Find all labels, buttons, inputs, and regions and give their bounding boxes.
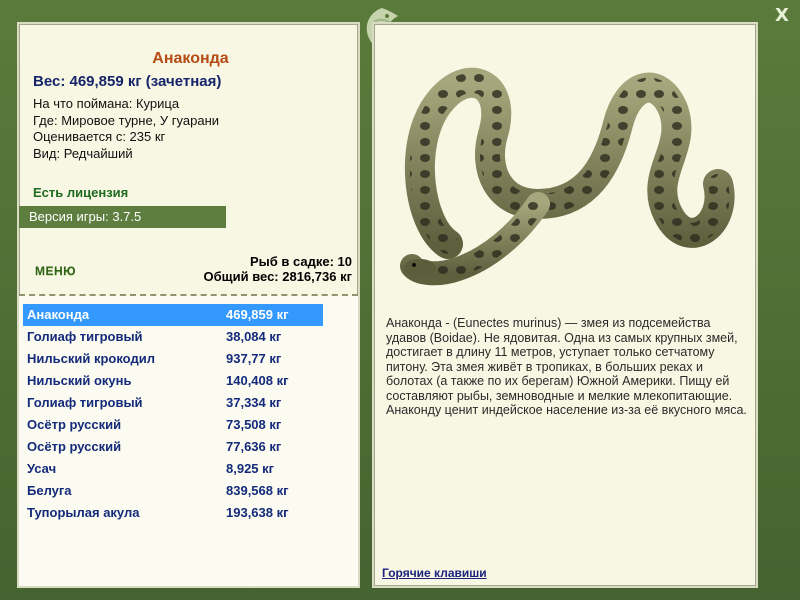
fish-count: Рыб в садке: 10 [249, 254, 352, 269]
catch-bait: На что поймана: Курица [33, 96, 180, 111]
catch-item-weight: 37,334 кг [226, 395, 282, 410]
catch-list-item[interactable]: Усач 8,925 кг [23, 458, 323, 480]
license-status: Есть лицензия [33, 185, 129, 200]
game-window: X Анаконда Вес: 469,859 кг (зачетная) На… [0, 0, 800, 600]
catch-item-name: Осётр русский [27, 417, 122, 432]
catch-list-area: Анаконда 469,859 кг Голиаф тигровый 38,084 … [19, 296, 358, 586]
catch-item-weight: 38,084 кг [226, 329, 282, 344]
fish-description-panel: Анаконда - (Eunectes murinus) — змея из … [372, 22, 758, 588]
anaconda-image [400, 67, 735, 286]
catch-item-name: Белуга [27, 483, 72, 498]
catch-item-name: Нильский крокодил [27, 351, 155, 366]
catch-list-item[interactable]: Осётр русский 77,636 кг [23, 436, 323, 458]
catch-item-weight: 140,408 кг [226, 373, 289, 388]
catch-item-name: Голиаф тигровый [27, 329, 143, 344]
fish-title: Анаконда [152, 50, 229, 67]
catch-item-weight: 469,859 кг [226, 307, 289, 322]
fish-weight: Вес: 469,859 кг (зачетная) [33, 73, 222, 90]
catch-details: На что поймана: Курица Где: Мировое турн… [33, 96, 219, 162]
catch-list-item[interactable]: Осётр русский 73,508 кг [23, 414, 323, 436]
catch-item-name: Осётр русский [27, 439, 122, 454]
catch-item-weight: 8,925 кг [226, 461, 275, 476]
catch-item-name: Усач [27, 461, 57, 476]
fish-description: Анаконда - (Eunectes murinus) — змея из … [386, 316, 747, 417]
catch-item-weight: 937,77 кг [226, 351, 282, 366]
hotkeys-link[interactable]: Горячие клавиши [382, 566, 487, 580]
menu-button[interactable]: МЕНЮ [35, 264, 76, 278]
catch-item-weight: 193,638 кг [226, 505, 289, 520]
close-icon[interactable]: X [772, 6, 792, 26]
catch-item-weight: 73,508 кг [226, 417, 282, 432]
catch-list-item[interactable]: Голиаф тигровый 37,334 кг [23, 392, 323, 414]
catch-item-name: Нильский окунь [27, 373, 132, 388]
catch-item-weight: 839,568 кг [226, 483, 289, 498]
catch-list-item[interactable]: Тупорылая акула 193,638 кг [23, 502, 323, 524]
catch-list-item[interactable]: Анаконда 469,859 кг [23, 304, 323, 326]
catch-info-panel: Анаконда Вес: 469,859 кг (зачетная) На ч… [17, 22, 360, 588]
catch-item-name: Анаконда [27, 307, 90, 322]
keepnet-stats: Рыб в садке: 10 Общий вес: 2816,736 кг [203, 254, 352, 284]
catch-min-weight: Оценивается с: 235 кг [33, 129, 166, 144]
catch-list-item[interactable]: Белуга 839,568 кг [23, 480, 323, 502]
catch-list-item[interactable]: Нильский крокодил 937,77 кг [23, 348, 323, 370]
version-bar: Версия игры: 3.7.5 [19, 206, 226, 228]
total-weight: Общий вес: 2816,736 кг [203, 269, 352, 284]
catch-item-name: Тупорылая акула [27, 505, 140, 520]
catch-item-name: Голиаф тигровый [27, 395, 143, 410]
catch-list-item[interactable]: Голиаф тигровый 38,084 кг [23, 326, 323, 348]
catch-item-weight: 77,636 кг [226, 439, 282, 454]
catch-location: Где: Мировое турне, У гуарани [33, 112, 220, 128]
catch-list: Анаконда 469,859 кг Голиаф тигровый 38,084 … [23, 304, 323, 524]
catch-list-item[interactable]: Нильский окунь 140,408 кг [23, 370, 323, 392]
catch-rarity: Вид: Редчайший [33, 145, 133, 161]
